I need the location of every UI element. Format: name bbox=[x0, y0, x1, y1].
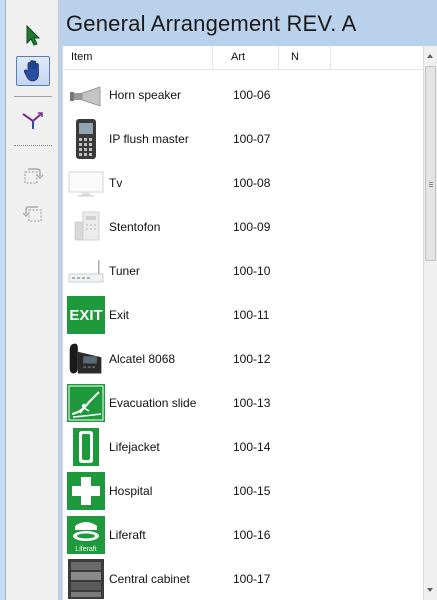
item-art: 100-11 bbox=[233, 308, 270, 322]
hospital-cross-icon bbox=[67, 472, 105, 510]
tv-icon bbox=[67, 164, 105, 202]
item-name: Tuner bbox=[109, 264, 140, 278]
item-art: 100-07 bbox=[233, 132, 271, 146]
column-header-item[interactable]: Item bbox=[63, 46, 213, 69]
item-art: 100-08 bbox=[233, 176, 271, 190]
list-item[interactable]: Tv 100-08 bbox=[63, 161, 423, 205]
item-art: 100-13 bbox=[233, 396, 271, 410]
lifejacket-icon bbox=[67, 428, 105, 466]
list-item[interactable]: Tuner 100-10 bbox=[63, 249, 423, 293]
list-item[interactable]: Hospital 100-15 bbox=[63, 469, 423, 513]
item-name: Central cabinet bbox=[109, 572, 190, 586]
list-item[interactable]: Horn speaker 100-06 bbox=[63, 73, 423, 117]
rotate-right-tool-button[interactable] bbox=[16, 160, 50, 190]
rotate-left-icon bbox=[22, 206, 42, 222]
liferaft-icon: Liferaft bbox=[67, 516, 105, 554]
arrow-cursor-icon bbox=[26, 24, 41, 46]
drawing-title: General Arrangement REV. A bbox=[66, 11, 357, 36]
item-art: 100-12 bbox=[233, 352, 271, 366]
evacuation-slide-icon bbox=[67, 384, 105, 422]
item-name: IP flush master bbox=[109, 132, 189, 146]
list-item[interactable]: EXIT Exit 100-11 bbox=[63, 293, 423, 337]
scrollbar-thumb[interactable] bbox=[425, 66, 436, 261]
desk-phone-icon bbox=[67, 340, 105, 378]
tool-palette bbox=[6, 0, 59, 600]
list-item[interactable]: Evacuation slide 100-13 bbox=[63, 381, 423, 425]
rotate-right-icon bbox=[24, 168, 44, 184]
app-window: General Arrangement REV. A Item Art N Ho… bbox=[0, 0, 437, 600]
column-header-n[interactable]: N bbox=[279, 46, 331, 69]
cabinet-icon bbox=[67, 559, 105, 599]
grip-line bbox=[429, 184, 433, 185]
item-art: 100-17 bbox=[233, 572, 271, 586]
list-item[interactable]: Liferaft Liferaft 100-16 bbox=[63, 513, 423, 557]
item-name: Tv bbox=[109, 176, 123, 190]
column-header-filler bbox=[331, 46, 423, 69]
item-name: Alcatel 8068 bbox=[109, 352, 176, 366]
rotate-left-tool-button[interactable] bbox=[16, 198, 50, 228]
exit-sign-icon: EXIT bbox=[67, 296, 105, 334]
vertical-scrollbar[interactable] bbox=[423, 46, 437, 600]
item-name: Horn speaker bbox=[109, 88, 182, 102]
item-art: 100-06 bbox=[233, 88, 271, 102]
item-art: 100-10 bbox=[233, 264, 271, 278]
item-name: Stentofon bbox=[109, 220, 161, 234]
exit-sign-text: EXIT bbox=[69, 306, 103, 324]
list-header: Item Art N bbox=[63, 46, 423, 70]
tuner-icon bbox=[67, 252, 105, 290]
stentofon-icon bbox=[67, 208, 105, 246]
select-tool-button[interactable] bbox=[16, 20, 50, 50]
list-item[interactable]: Stentofon 100-09 bbox=[63, 205, 423, 249]
item-list: Item Art N Horn speaker 100-06 IP flush … bbox=[62, 46, 423, 600]
item-name: Evacuation slide bbox=[109, 396, 197, 410]
toolbar-separator bbox=[14, 96, 52, 97]
list-item[interactable]: Central cabinet 100-17 bbox=[63, 557, 423, 600]
hand-icon bbox=[23, 60, 39, 82]
liferaft-sign-text: Liferaft bbox=[75, 546, 97, 553]
connector-arrow-icon bbox=[22, 112, 43, 129]
ip-phone-icon bbox=[67, 119, 105, 159]
item-name: Exit bbox=[109, 308, 130, 322]
connect-tool-button[interactable] bbox=[16, 106, 50, 136]
scroll-up-arrow-icon[interactable] bbox=[427, 54, 433, 58]
item-art: 100-09 bbox=[233, 220, 271, 234]
item-art: 100-14 bbox=[233, 440, 271, 454]
item-art: 100-16 bbox=[233, 528, 271, 542]
column-header-art[interactable]: Art bbox=[213, 46, 279, 69]
grip-line bbox=[429, 182, 433, 183]
toolbar-separator-dotted bbox=[14, 145, 52, 146]
scroll-down-arrow-icon[interactable] bbox=[427, 588, 433, 592]
item-name: Lifejacket bbox=[109, 440, 160, 454]
list-item[interactable]: Alcatel 8068 100-12 bbox=[63, 337, 423, 381]
item-name: Hospital bbox=[109, 484, 153, 498]
list-item[interactable]: Lifejacket 100-14 bbox=[63, 425, 423, 469]
horn-speaker-icon bbox=[67, 76, 105, 114]
list-item[interactable]: IP flush master 100-07 bbox=[63, 117, 423, 161]
item-name: Liferaft bbox=[109, 528, 146, 542]
pan-tool-button[interactable] bbox=[16, 56, 50, 86]
item-art: 100-15 bbox=[233, 484, 271, 498]
grip-line bbox=[429, 186, 433, 187]
